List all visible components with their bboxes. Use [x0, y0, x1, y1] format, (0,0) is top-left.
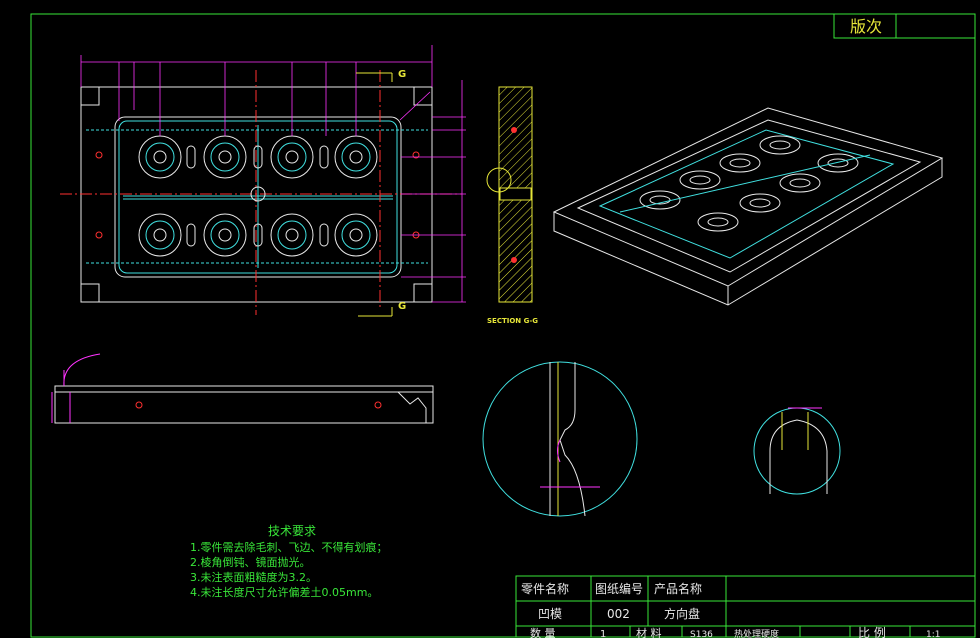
material-value: S136 [690, 630, 713, 638]
scale-label: 比 例 [858, 626, 886, 638]
value-part-name: 凹模 [538, 607, 562, 621]
header-product-name: 产品名称 [654, 581, 702, 596]
value-product-name: 方向盘 [664, 606, 700, 621]
header-drawing-no: 图纸编号 [595, 581, 643, 596]
value-drawing-no: 002 [607, 607, 630, 621]
hardness-label: 热处理硬度 [734, 628, 779, 638]
drawing-sheet: 版次 G G SECTION G-G 技术要求 1.零件需去除毛刺、飞边、不得有… [30, 13, 976, 638]
scale-value: 1:1 [926, 630, 940, 638]
isometric-view [552, 107, 944, 306]
detail-view-large [482, 361, 638, 517]
tech-title: 技术要求 [268, 524, 316, 538]
tech-item: 3.未注表面粗糙度为3.2。 [190, 570, 317, 584]
title-block: 零件名称 图纸编号 产品名称 凹模 002 方向盘 数 量 1 材 料 S136… [515, 575, 976, 638]
tech-item: 2.棱角倒钝、镜面抛光。 [190, 555, 311, 569]
tech-item: 4.未注长度尺寸允许偏差土0.05mm。 [190, 585, 378, 599]
revision-label: 版次 [850, 17, 882, 36]
section-marker-top: G [398, 69, 406, 80]
section-caption: SECTION G-G [487, 317, 538, 325]
qty-value: 1 [600, 629, 606, 638]
side-view [51, 353, 434, 424]
section-view: SECTION G-G [486, 86, 538, 325]
qty-label: 数 量 [530, 627, 556, 638]
tech-item: 1.零件需去除毛刺、飞边、不得有划痕； [190, 540, 388, 554]
material-label: 材 料 [636, 626, 662, 638]
plan-view: G G [60, 45, 466, 317]
section-marker-bottom: G [398, 301, 406, 312]
header-part-name: 零件名称 [521, 581, 569, 596]
detail-view-small [753, 407, 841, 495]
tech-requirements: 技术要求 1.零件需去除毛刺、飞边、不得有划痕； 2.棱角倒钝、镜面抛光。 3.… [190, 524, 388, 599]
